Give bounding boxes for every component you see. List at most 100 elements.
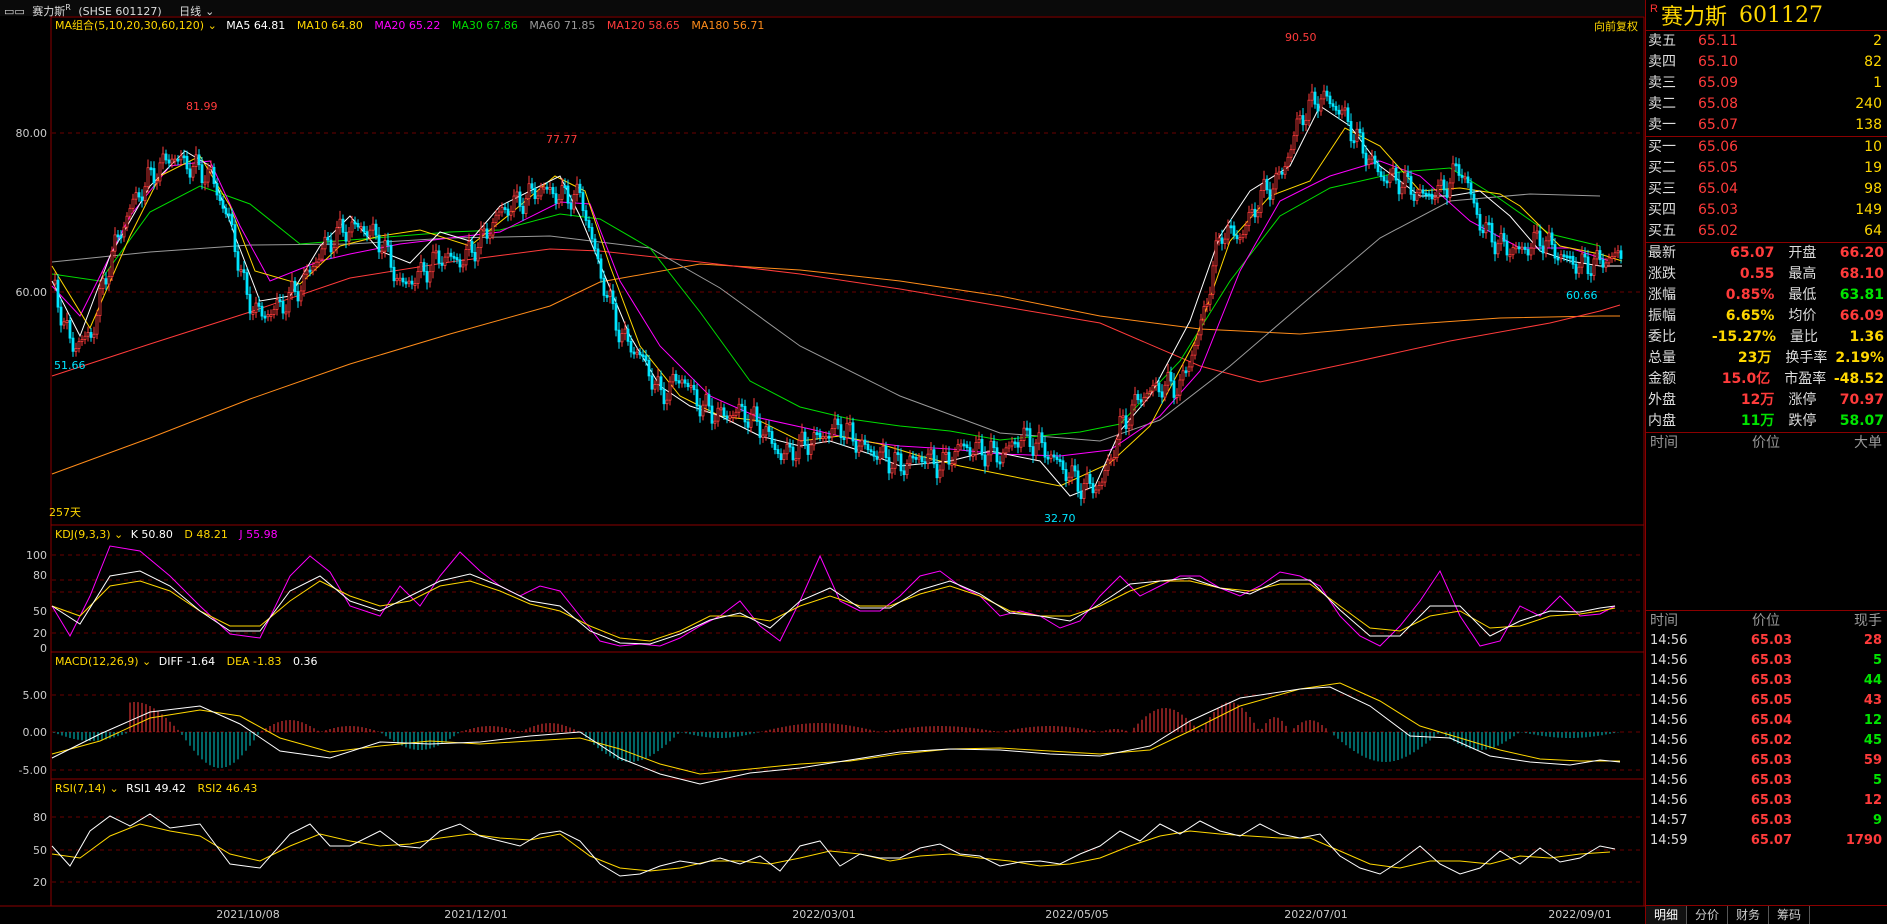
candle-body bbox=[530, 183, 534, 189]
candle-body bbox=[746, 421, 750, 428]
candle-body bbox=[1220, 237, 1224, 244]
candle-body bbox=[482, 228, 486, 232]
candle-body bbox=[752, 406, 756, 415]
tick-row[interactable]: 14:59 65.07 1790 bbox=[1646, 831, 1887, 851]
adjust-mode-label[interactable]: 向前复权 bbox=[1594, 19, 1638, 33]
candle-body bbox=[1211, 265, 1215, 295]
candle-body bbox=[671, 373, 675, 383]
bid-row[interactable]: 买三 65.04 98 bbox=[1646, 179, 1887, 200]
candle-body bbox=[785, 443, 789, 455]
quote-row: 外盘 12万 涨停 70.97 bbox=[1646, 390, 1887, 411]
candle-body bbox=[1181, 370, 1185, 381]
ask-row[interactable]: 卖四 65.10 82 bbox=[1646, 52, 1887, 73]
bid-row[interactable]: 买四 65.03 149 bbox=[1646, 200, 1887, 221]
tick-time: 14:56 bbox=[1650, 653, 1688, 668]
kline-chart-area[interactable]: MA组合(5,10,20,30,60,120) ⌄ MA5 64.81 MA10… bbox=[0, 16, 1645, 924]
candle-body bbox=[1511, 247, 1515, 256]
kdj-y-100: 100 bbox=[26, 549, 47, 562]
tick-row[interactable]: 14:56 65.02 45 bbox=[1646, 731, 1887, 751]
tab-1[interactable]: 分价 bbox=[1687, 906, 1729, 924]
candle-body bbox=[656, 376, 660, 385]
rsi-y-80: 80 bbox=[33, 811, 47, 824]
candle-body bbox=[899, 453, 903, 472]
tick-row[interactable]: 14:56 65.03 12 bbox=[1646, 791, 1887, 811]
ask-row[interactable]: 卖二 65.08 240 bbox=[1646, 94, 1887, 115]
candle-body bbox=[1382, 176, 1386, 182]
tick-row[interactable]: 14:56 65.03 5 bbox=[1646, 651, 1887, 671]
macd-title: MACD(12,26,9) bbox=[55, 655, 139, 668]
candle-body bbox=[896, 452, 900, 455]
ask-volume: 1 bbox=[1873, 75, 1882, 91]
candle-body bbox=[791, 446, 795, 461]
ask-row[interactable]: 卖一 65.07 138 bbox=[1646, 115, 1887, 136]
rsi-lines bbox=[51, 813, 1616, 877]
candle-body bbox=[1577, 266, 1581, 274]
candle-body bbox=[1088, 473, 1092, 484]
quote-row: 委比 -15.27% 量比 1.36 bbox=[1646, 327, 1887, 348]
candle-body bbox=[1127, 424, 1131, 430]
tab-2[interactable]: 财务 bbox=[1728, 906, 1770, 924]
tick-row[interactable]: 14:56 65.03 28 bbox=[1646, 631, 1887, 651]
bid-row[interactable]: 买五 65.02 64 bbox=[1646, 221, 1887, 242]
ask-row[interactable]: 卖三 65.09 1 bbox=[1646, 73, 1887, 94]
candle-body bbox=[1070, 465, 1074, 478]
candle-body bbox=[1403, 172, 1407, 188]
candle-body bbox=[338, 218, 342, 228]
quote-label: 总量 bbox=[1648, 350, 1676, 366]
tick-row[interactable]: 14:56 65.03 59 bbox=[1646, 751, 1887, 771]
candle-body bbox=[1250, 208, 1254, 213]
tick-row[interactable]: 14:56 65.05 43 bbox=[1646, 691, 1887, 711]
candle-body bbox=[248, 294, 252, 314]
tab-0[interactable]: 明细 bbox=[1646, 906, 1688, 924]
macd-legend[interactable]: MACD(12,26,9) ⌄ DIFF -1.64 DEA -1.83 0.3… bbox=[55, 655, 318, 668]
candle-body bbox=[605, 295, 609, 298]
candle-body bbox=[1130, 404, 1134, 426]
candle-body bbox=[1616, 250, 1620, 254]
candle-body bbox=[950, 463, 954, 467]
quote-value: 6.65% bbox=[1725, 308, 1775, 324]
candle-body bbox=[1553, 244, 1557, 259]
candle-body bbox=[821, 436, 825, 439]
candle-body bbox=[299, 290, 303, 302]
candle-body bbox=[119, 235, 123, 239]
candle-body bbox=[251, 311, 255, 315]
candle-body bbox=[719, 407, 723, 411]
tick-row[interactable]: 14:57 65.03 9 bbox=[1646, 811, 1887, 831]
tick-row[interactable]: 14:56 65.03 44 bbox=[1646, 671, 1887, 691]
candle-body bbox=[1190, 354, 1194, 368]
bid-row[interactable]: 买二 65.05 19 bbox=[1646, 158, 1887, 179]
candle-body bbox=[1067, 476, 1071, 481]
quote-label: 最高 bbox=[1788, 266, 1817, 282]
candle-body bbox=[143, 186, 147, 202]
candle-body bbox=[824, 435, 828, 439]
kdj-legend[interactable]: KDJ(9,3,3) ⌄ K 50.80 D 48.21 J 55.98 bbox=[55, 528, 278, 541]
quote-value: 66.09 bbox=[1839, 308, 1885, 324]
tab-3[interactable]: 筹码 bbox=[1769, 906, 1811, 924]
candle-body bbox=[1412, 193, 1416, 201]
candle-body bbox=[365, 231, 369, 237]
candle-body bbox=[239, 269, 243, 273]
tick-row[interactable]: 14:56 65.03 5 bbox=[1646, 771, 1887, 791]
candle-body bbox=[866, 444, 870, 451]
candle-body bbox=[485, 228, 489, 239]
candle-body bbox=[827, 435, 831, 439]
bid-row[interactable]: 买一 65.06 10 bbox=[1646, 137, 1887, 158]
big-order-header: 时间 价位 大单 bbox=[1646, 433, 1887, 453]
ask-row[interactable]: 卖五 65.11 2 bbox=[1646, 31, 1887, 52]
tick-row[interactable]: 14:56 65.04 12 bbox=[1646, 711, 1887, 731]
candle-body bbox=[986, 454, 990, 467]
rsi-legend[interactable]: RSI(7,14) ⌄ RSI1 49.42 RSI2 46.43 bbox=[55, 782, 257, 795]
candle-body bbox=[452, 255, 456, 259]
candle-body bbox=[971, 453, 975, 457]
ma-legend[interactable]: MA组合(5,10,20,30,60,120) ⌄ MA5 64.81 MA10… bbox=[55, 18, 764, 32]
candle-body bbox=[1328, 95, 1332, 105]
quote-value: 23万 bbox=[1737, 350, 1772, 366]
candle-body bbox=[275, 299, 279, 310]
candle-body bbox=[566, 185, 570, 204]
candle-body bbox=[854, 440, 858, 453]
ma120-label: MA120 bbox=[607, 19, 645, 32]
ask-price: 65.11 bbox=[1698, 33, 1739, 49]
candle-body bbox=[71, 337, 75, 352]
candle-body bbox=[1373, 155, 1377, 165]
bid-volume: 19 bbox=[1864, 160, 1882, 176]
